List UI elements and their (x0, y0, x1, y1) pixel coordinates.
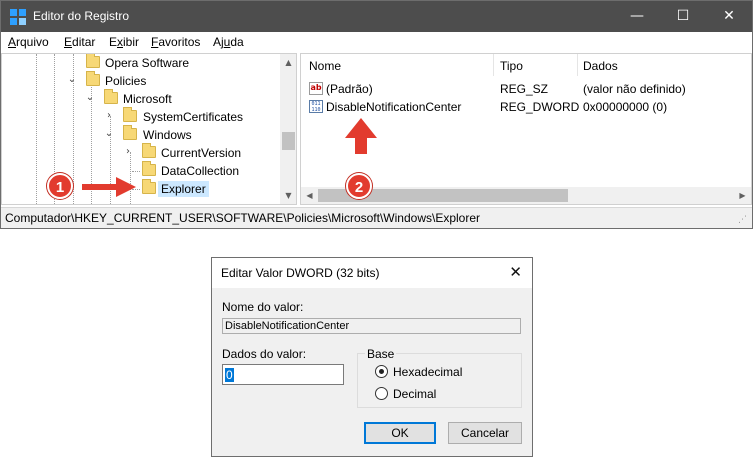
arrow-right-icon (82, 177, 136, 197)
scroll-left-icon[interactable]: ◀ (301, 187, 318, 204)
column-header-tipo[interactable]: Tipo (500, 59, 523, 73)
tree-item-label: Explorer (158, 181, 209, 197)
folder-icon (123, 125, 137, 140)
hexadecimal-label[interactable]: Hexadecimal (393, 365, 462, 379)
maximize-icon[interactable]: ☐ (660, 1, 706, 32)
decimal-label[interactable]: Decimal (393, 387, 436, 401)
menu-editar[interactable]: Editar (64, 35, 95, 49)
tree-item-explorer[interactable]: Explorer (2, 179, 280, 198)
value-data: (valor não definido) (583, 82, 686, 96)
value-type: REG_DWORD (500, 100, 580, 114)
string-value-icon: ab (309, 82, 323, 95)
minimize-icon[interactable]: — (614, 1, 660, 32)
list-item-padrao[interactable]: ab (Padrão) REG_SZ (valor não definido) (301, 80, 751, 98)
scroll-right-icon[interactable]: ▶ (734, 187, 751, 204)
scroll-thumb[interactable] (282, 132, 295, 150)
value-data: 0x00000000 (0) (583, 100, 668, 114)
base-group-title: Base (365, 347, 397, 361)
tree-item-windows[interactable]: ⌄ Windows (2, 125, 280, 144)
registry-path: Computador\HKEY_CURRENT_USER\SOFTWARE\Po… (5, 211, 481, 225)
column-header-dados[interactable]: Dados (583, 59, 618, 73)
scroll-up-icon[interactable]: ▲ (280, 54, 296, 71)
menu-ajuda[interactable]: Ajuda (213, 35, 244, 49)
menu-arquivo[interactable]: Arquivo (8, 35, 49, 49)
chevron-down-icon[interactable]: ⌄ (84, 92, 96, 104)
hexadecimal-radio[interactable] (375, 365, 388, 378)
ok-button[interactable]: OK (364, 422, 436, 444)
tree-item-label: Microsoft (123, 92, 172, 106)
cancel-button[interactable]: Cancelar (448, 422, 522, 444)
value-data-input[interactable]: 0 (222, 364, 344, 385)
step-marker-2: 2 (346, 173, 372, 199)
resize-grip-icon[interactable]: ⋰ (738, 215, 748, 225)
menu-exibir[interactable]: Exibir (109, 35, 139, 49)
chevron-down-icon[interactable]: ⌄ (66, 74, 78, 86)
tree-item-label: DataCollection (161, 164, 240, 178)
tree-vertical-scrollbar[interactable]: ▲ ▼ (280, 54, 296, 204)
folder-icon (142, 143, 156, 158)
folder-icon (104, 89, 118, 104)
folder-icon (142, 179, 156, 194)
tree-item-label: Opera Software (105, 56, 190, 70)
tree-item-opera-software[interactable]: Opera Software (2, 54, 280, 72)
tree-item-label: Policies (105, 74, 147, 88)
tree-item-label: Windows (143, 128, 192, 142)
window-title: Editor do Registro (33, 9, 130, 23)
title-bar[interactable]: Editor do Registro — ☐ ✕ (1, 1, 752, 32)
value-name: DisableNotificationCenter (326, 100, 462, 114)
menu-favoritos[interactable]: Favoritos (151, 35, 200, 49)
value-data-text: 0 (225, 368, 234, 382)
chevron-down-icon[interactable]: ⌄ (103, 128, 115, 140)
arrow-up-icon (345, 118, 377, 154)
value-data-label: Dados do valor: (222, 347, 307, 361)
folder-icon (86, 71, 100, 86)
column-header-nome[interactable]: Nome (309, 59, 341, 73)
column-divider[interactable] (577, 54, 578, 76)
dialog-title-bar[interactable]: Editar Valor DWORD (32 bits) ✕ (212, 258, 532, 288)
value-name-field[interactable]: DisableNotificationCenter (222, 318, 521, 334)
tree-item-microsoft[interactable]: ⌄ Microsoft (2, 89, 280, 108)
dialog-title: Editar Valor DWORD (32 bits) (221, 266, 380, 280)
list-item-disablenotificationcenter[interactable]: 011 110 DisableNotificationCenter REG_DW… (301, 98, 751, 116)
registry-tree[interactable]: Opera Software ⌄ Policies ⌄ Microsoft › … (1, 53, 297, 205)
registry-editor-icon (10, 9, 26, 25)
value-name-label: Nome do valor: (222, 300, 304, 314)
decimal-radio[interactable] (375, 387, 388, 400)
edit-dword-dialog: Editar Valor DWORD (32 bits) ✕ Nome do v… (211, 257, 533, 457)
chevron-right-icon[interactable]: › (122, 146, 134, 158)
tree-item-label: CurrentVersion (161, 146, 242, 160)
close-icon[interactable]: ✕ (509, 263, 522, 281)
value-name: (Padrão) (326, 82, 373, 96)
column-divider[interactable] (493, 54, 494, 76)
tree-item-currentversion[interactable]: › CurrentVersion (2, 143, 280, 162)
folder-icon (123, 107, 137, 122)
status-bar: Computador\HKEY_CURRENT_USER\SOFTWARE\Po… (1, 207, 752, 228)
folder-icon (86, 54, 100, 68)
step-marker-1: 1 (47, 173, 73, 199)
close-icon[interactable]: ✕ (706, 1, 752, 32)
tree-item-policies[interactable]: ⌄ Policies (2, 71, 280, 90)
scroll-down-icon[interactable]: ▼ (280, 187, 296, 204)
chevron-right-icon[interactable]: › (103, 110, 115, 122)
tree-item-label: SystemCertificates (143, 110, 244, 124)
tree-item-systemcertificates[interactable]: › SystemCertificates (2, 107, 280, 126)
menu-bar: Arquivo Editar Exibir Favoritos Ajuda (1, 32, 752, 52)
folder-icon (142, 161, 156, 176)
value-type: REG_SZ (500, 82, 549, 96)
tree-item-datacollection[interactable]: DataCollection (2, 161, 280, 180)
binary-value-icon: 011 110 (309, 100, 323, 113)
